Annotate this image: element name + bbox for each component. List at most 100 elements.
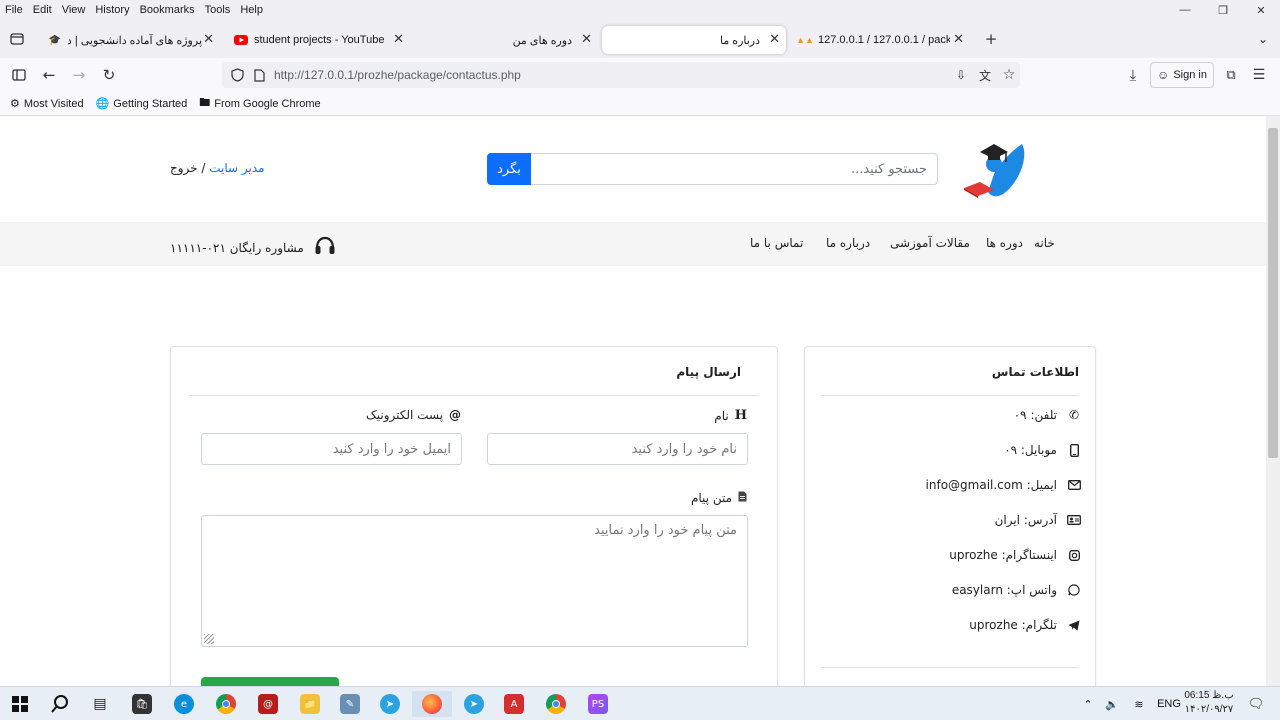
tab-youtube[interactable]: student projects - YouTube ✕ <box>226 26 410 54</box>
menu-help[interactable]: Help <box>235 4 268 16</box>
sidebar-icon[interactable] <box>8 65 30 85</box>
url-bar[interactable]: http://127.0.0.1/prozhe/package/contactu… <box>222 62 1020 88</box>
tab-about-us[interactable]: درباره ما ✕ <box>602 26 786 54</box>
bookmark-star-icon[interactable]: ☆ <box>998 65 1020 85</box>
message-textarea[interactable]: متن پیام خود را وارد نمایید <box>201 515 748 647</box>
tab-title: پروژه های آماده دانشجویی | دانلو <box>68 34 202 47</box>
contact-info-card: اطلاعات تماس ✆ تلفن: ۰۹ موبایل: ۰۹ ایمیل… <box>804 346 1096 686</box>
page-info-icon[interactable] <box>248 65 270 85</box>
nav-home[interactable]: خانه <box>1034 236 1055 250</box>
main-nav: خانه دوره ها مقالات آموزشی درباره ما تما… <box>0 222 1266 266</box>
acrobat-icon[interactable]: A <box>494 691 534 717</box>
network-icon[interactable]: ≋ <box>1126 698 1152 711</box>
send-button[interactable] <box>201 677 339 686</box>
address-card-icon <box>1067 515 1081 525</box>
bookmark-label: From Google Chrome <box>214 97 321 110</box>
chevron-up-icon[interactable]: ⌃ <box>1078 698 1098 711</box>
email-input[interactable]: ایمیل خود را وارد کنید <box>201 433 462 465</box>
download-page-icon[interactable]: ⇩ <box>950 65 972 85</box>
web-page: جستجو کنید... بگرد مدیر سایت / خروج خانه… <box>0 116 1266 686</box>
new-tab-icon[interactable]: + <box>980 29 1002 49</box>
close-tab-icon[interactable]: ✕ <box>953 31 964 47</box>
search-input[interactable]: جستجو کنید... <box>530 153 938 185</box>
page-scrollbar[interactable] <box>1266 116 1280 686</box>
phpstorm-icon[interactable]: PS <box>578 691 618 717</box>
name-input[interactable]: نام خود را وارد کنید <box>487 433 748 465</box>
logout-link[interactable]: خروج <box>170 161 198 175</box>
close-tab-icon[interactable]: ✕ <box>581 31 592 47</box>
windows-start-icon[interactable] <box>0 691 40 717</box>
envelope-icon <box>1067 480 1081 490</box>
downloads-icon[interactable]: ⤓ <box>1122 65 1144 85</box>
telegram-app-icon-2[interactable]: ➤ <box>454 691 494 717</box>
notifications-icon[interactable]: 🗨 <box>1236 691 1276 717</box>
notes-app-icon[interactable]: ✎ <box>330 691 370 717</box>
extensions-icon[interactable]: ⧉ <box>1220 65 1242 85</box>
close-tab-icon[interactable]: ✕ <box>769 31 780 47</box>
scrollbar-thumb[interactable] <box>1268 128 1278 458</box>
store-icon[interactable]: 🛍 <box>122 691 162 717</box>
menu-file[interactable]: File <box>0 4 28 16</box>
close-tab-icon[interactable]: ✕ <box>393 31 404 47</box>
auth-links: مدیر سایت / خروج <box>170 161 265 175</box>
nav-courses[interactable]: دوره ها <box>986 236 1023 250</box>
minimize-icon[interactable]: — <box>1166 0 1204 20</box>
file-explorer-icon[interactable]: 📁 <box>290 691 330 717</box>
menu-hamburger-icon[interactable]: ☰ <box>1248 65 1270 85</box>
reload-icon[interactable]: ↻ <box>98 65 120 85</box>
name-label-text: نام <box>714 408 729 423</box>
firefox-icon[interactable] <box>412 691 452 717</box>
info-label: موبایل: <box>1017 443 1057 457</box>
url-text[interactable]: http://127.0.0.1/prozhe/package/contactu… <box>274 68 521 82</box>
bookmark-from-google-chrome[interactable]: 🖿 From Google Chrome <box>199 94 320 113</box>
task-view-icon[interactable]: ▤ <box>80 691 120 717</box>
close-window-icon[interactable]: ✕ <box>1242 0 1280 20</box>
info-value: info@gmail.com <box>925 478 1023 492</box>
tab-student-projects[interactable]: 🎓 پروژه های آماده دانشجویی | دانلو ✕ <box>40 26 220 54</box>
back-arrow-icon[interactable]: ← <box>38 65 60 85</box>
mobile-icon <box>1067 443 1081 457</box>
menu-history[interactable]: History <box>90 4 134 16</box>
site-logo[interactable] <box>958 134 1030 202</box>
menu-bar: File Edit View History Bookmarks Tools H… <box>0 0 1280 20</box>
sign-in-button[interactable]: ☺ Sign in <box>1150 62 1214 88</box>
nav-contact[interactable]: تماس با ما <box>750 236 803 250</box>
close-tab-icon[interactable]: ✕ <box>203 31 214 47</box>
volume-icon[interactable]: 🔈 <box>1098 698 1126 711</box>
bookmark-most-visited[interactable]: ⚙ Most Visited <box>10 97 84 111</box>
resize-handle[interactable] <box>204 634 214 644</box>
bookmark-label: Most Visited <box>23 97 84 110</box>
chrome-app-icon[interactable] <box>536 691 576 717</box>
search-button[interactable]: بگرد <box>487 153 531 185</box>
forward-arrow-icon[interactable]: → <box>68 65 90 85</box>
tab-phpmyadmin[interactable]: ▲▲ 127.0.0.1 / 127.0.0.1 / package / ✕ <box>790 26 970 54</box>
admin-link[interactable]: مدیر سایت <box>209 161 264 175</box>
app-icon[interactable]: @ <box>248 691 288 717</box>
edge-icon[interactable]: e <box>164 691 204 717</box>
restore-icon[interactable]: ❐ <box>1204 0 1242 20</box>
chrome-icon[interactable] <box>206 691 246 717</box>
list-tabs-chevron-down-icon[interactable]: ⌄ <box>1252 29 1274 49</box>
info-telegram: تلگرام: uprozhe <box>969 618 1081 632</box>
file-text-icon <box>738 491 747 505</box>
info-value: uprozhe <box>949 548 998 562</box>
shield-icon[interactable] <box>226 65 248 85</box>
nav-articles[interactable]: مقالات آموزشی <box>890 236 970 250</box>
menu-view[interactable]: View <box>57 4 91 16</box>
tab-overview-icon[interactable] <box>6 29 28 49</box>
menu-bookmarks[interactable]: Bookmarks <box>135 4 200 16</box>
contact-info-title: اطلاعات تماس <box>991 365 1079 379</box>
message-placeholder: متن پیام خود را وارد نمایید <box>594 523 737 538</box>
tab-title: دوره های من <box>512 34 572 47</box>
search-icon[interactable] <box>40 691 80 717</box>
bookmark-getting-started[interactable]: 🌐 Getting Started <box>96 97 188 111</box>
info-instagram: اینستاگرام: uprozhe <box>949 548 1081 562</box>
nav-about[interactable]: درباره ما <box>826 236 870 250</box>
menu-edit[interactable]: Edit <box>28 4 57 16</box>
tab-my-courses[interactable]: دوره های من ✕ <box>414 26 598 54</box>
translate-icon[interactable]: 文 <box>974 65 996 85</box>
telegram-app-icon[interactable]: ➤ <box>370 691 410 717</box>
menu-tools[interactable]: Tools <box>200 4 236 16</box>
clock[interactable]: 06:15 ب.ظ ۱۴۰۲/۰۹/۲۷ <box>1184 689 1234 717</box>
language-indicator[interactable]: ENG <box>1152 698 1186 710</box>
